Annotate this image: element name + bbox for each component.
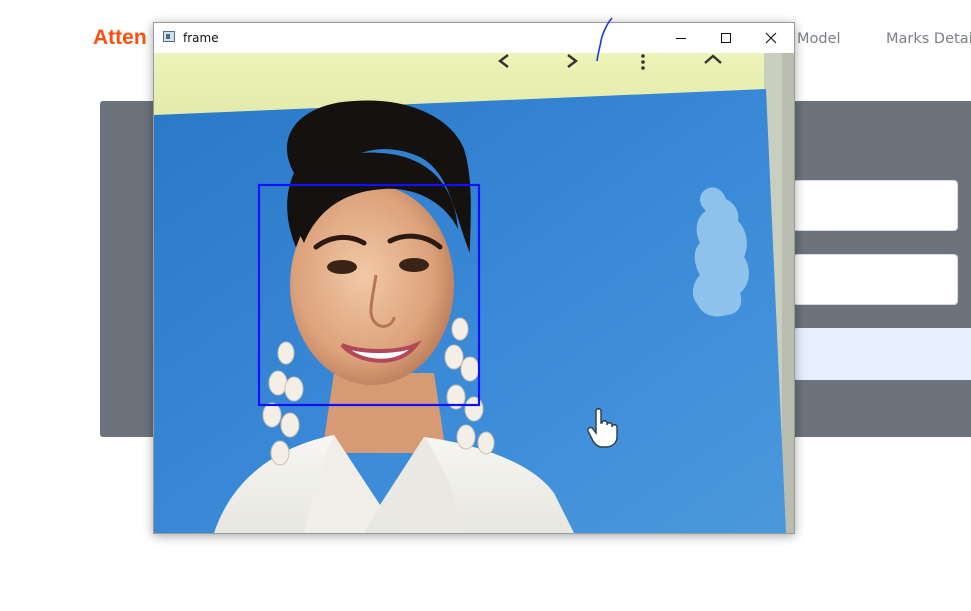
minimize-button[interactable] <box>658 23 703 53</box>
screen: Atten Model Marks Detail frame <box>0 0 971 611</box>
camera-frame <box>154 53 794 533</box>
close-icon <box>765 32 776 44</box>
more-vert-icon <box>641 54 645 70</box>
ink-stroke <box>596 17 613 62</box>
nav-link-model[interactable]: Model <box>797 31 841 47</box>
camera-photo <box>154 53 794 533</box>
form-input-1[interactable] <box>793 180 958 231</box>
frame-app-icon <box>163 31 175 42</box>
minimize-icon <box>675 38 686 39</box>
form-input-2[interactable] <box>793 254 958 305</box>
maximize-button[interactable] <box>703 23 748 53</box>
brand-logo-text[interactable]: Atten <box>93 26 147 50</box>
close-button[interactable] <box>748 23 793 53</box>
frame-window[interactable]: frame <box>153 17 795 534</box>
window-title: frame <box>183 31 219 45</box>
window-titlebar[interactable]: frame <box>154 23 794 53</box>
nav-link-marks-detail[interactable]: Marks Detail <box>886 31 971 47</box>
maximize-icon <box>720 33 731 43</box>
form-submit-button[interactable] <box>793 328 971 380</box>
